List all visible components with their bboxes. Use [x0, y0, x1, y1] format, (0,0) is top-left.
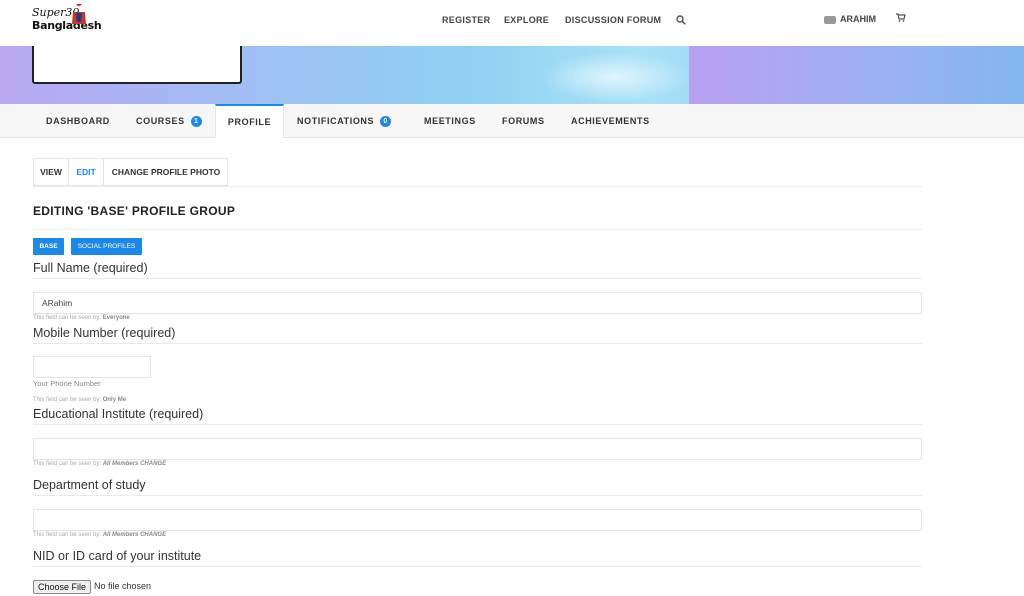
divider [33, 186, 922, 187]
tab-meetings[interactable]: MEETINGS [424, 104, 476, 138]
profile-avatar-frame[interactable] [32, 46, 242, 84]
tab-notifications[interactable]: NOTIFICATIONS 0 [297, 104, 392, 138]
nav-register[interactable]: REGISTER [442, 15, 490, 25]
nav-explore[interactable]: EXPLORE [504, 15, 549, 25]
tab-profile[interactable]: PROFILE [215, 104, 284, 138]
profile-cover [0, 46, 1024, 104]
educational-institute-label: Educational Institute (required) [33, 407, 204, 421]
visibility-level: Everyone [102, 315, 130, 321]
tab-label: NOTIFICATIONS [297, 116, 375, 126]
cover-right-panel [689, 46, 1024, 104]
divider [33, 343, 922, 344]
courses-count-badge: 1 [190, 116, 202, 127]
mobile-number-hint: Your Phone Number [33, 379, 101, 388]
tab-dashboard[interactable]: DASHBOARD [46, 104, 110, 138]
tab-courses[interactable]: COURSES 1 [136, 104, 202, 138]
educational-institute-visibility: This field can be seen by: All Members C… [33, 461, 166, 467]
profile-tabs: DASHBOARD COURSES 1 PROFILE NOTIFICATIONS… [0, 104, 1024, 138]
divider [33, 424, 922, 425]
tab-label: FORUMS [502, 116, 545, 126]
visibility-prefix: This field can be seen by: [33, 315, 102, 321]
user-avatar-icon [824, 15, 836, 24]
user-menu[interactable]: ARAHIM [824, 14, 876, 24]
mobile-number-input[interactable] [33, 356, 151, 378]
cover-splash [540, 52, 690, 102]
cart-icon[interactable] [895, 12, 906, 23]
full-name-label: Full Name (required) [33, 261, 148, 275]
visibility-level: Only Me [102, 397, 127, 403]
group-social-profiles-button[interactable]: SOCIAL PROFILES [71, 238, 142, 255]
tab-label: COURSES [136, 116, 185, 126]
divider [33, 495, 922, 496]
divider [33, 278, 922, 279]
subtab-change-profile-photo[interactable]: CHANGE PROFILE PHOTO [104, 159, 228, 185]
tab-label: ACHIEVEMENTS [571, 116, 650, 126]
user-name: ARAHIM [840, 14, 876, 24]
tab-label: PROFILE [227, 117, 272, 127]
visibility-level: All Members [102, 461, 139, 467]
mobile-number-label: Mobile Number (required) [33, 326, 176, 340]
group-base-button[interactable]: BASE [33, 238, 64, 255]
nav-discussion-forum[interactable]: DISCUSSION FORUM [565, 15, 661, 25]
tab-label: DASHBOARD [46, 116, 110, 126]
visibility-prefix: This field can be seen by: [33, 532, 102, 538]
full-name-visibility: This field can be seen by: Everyone [33, 315, 130, 321]
superhero-icon [72, 4, 86, 24]
profile-subtabs: VIEW EDIT CHANGE PROFILE PHOTO [33, 158, 228, 186]
page-title: EDITING 'BASE' PROFILE GROUP [33, 204, 236, 218]
mobile-number-visibility: This field can be seen by: Only Me [33, 397, 126, 403]
subtab-edit[interactable]: EDIT [68, 159, 104, 185]
tab-label: MEETINGS [424, 116, 476, 126]
department-label: Department of study [33, 478, 146, 492]
visibility-prefix: This field can be seen by: [33, 461, 102, 467]
subtab-view[interactable]: VIEW [34, 159, 68, 185]
department-visibility: This field can be seen by: All Members C… [33, 532, 166, 538]
tab-achievements[interactable]: ACHIEVEMENTS [571, 104, 650, 138]
file-status-text: No file chosen [94, 581, 152, 591]
logo-line2: Bangladesh [32, 19, 102, 32]
site-logo[interactable]: Super30 Bangladesh [32, 4, 102, 34]
notifications-count-badge: 0 [380, 116, 392, 127]
tab-forums[interactable]: FORUMS [502, 104, 545, 138]
search-icon[interactable] [676, 15, 686, 25]
educational-institute-input[interactable] [33, 438, 922, 460]
full-name-input[interactable] [33, 292, 922, 314]
divider [33, 229, 922, 230]
top-navbar: Super30 Bangladesh REGISTER EXPLORE DISC… [0, 0, 1024, 46]
visibility-change-link[interactable]: CHANGE [140, 532, 166, 538]
divider [33, 566, 922, 567]
visibility-level: All Members [102, 532, 139, 538]
nid-label: NID or ID card of your institute [33, 549, 202, 563]
visibility-prefix: This field can be seen by: [33, 397, 102, 403]
department-input[interactable] [33, 509, 922, 531]
visibility-change-link[interactable]: CHANGE [140, 461, 166, 467]
choose-file-button[interactable]: Choose File [33, 580, 92, 594]
